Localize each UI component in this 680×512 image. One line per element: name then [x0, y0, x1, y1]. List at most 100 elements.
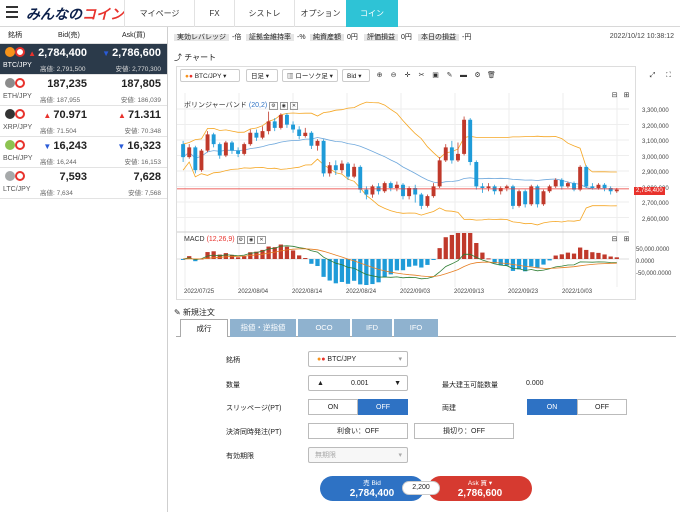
slippage-off-toggle[interactable]: OFF: [358, 399, 408, 415]
price-row-btc-jpy[interactable]: BTC/JPY ▲ 2,784,400 ▼ 2,786,600 高値: 2,791,500…: [0, 44, 167, 75]
high-price: 高値: 7,634: [40, 190, 73, 197]
macd-bar: [327, 259, 332, 281]
status-net-assets: 純資産額 0円: [310, 31, 358, 44]
tab-market[interactable]: 成行: [180, 319, 228, 337]
bid-price[interactable]: ▲ 2,784,400: [28, 47, 87, 59]
candle-body: [553, 179, 558, 187]
candle-body: [333, 165, 338, 171]
candle-body: [260, 131, 265, 138]
tab-limit-stop[interactable]: 指値・逆指値: [230, 319, 296, 337]
quantity-label: 数量: [226, 382, 240, 389]
bollinger-lower: [182, 158, 617, 226]
macd-bar: [394, 259, 400, 271]
max-qty-label: 最大建玉可能数量: [442, 382, 498, 389]
macd-bar: [498, 259, 503, 266]
order-symbol-select[interactable]: ●● BTC/JPY ▾: [308, 351, 408, 367]
ask-price[interactable]: ▼ 16,323: [117, 140, 161, 152]
macd-expand-icon[interactable]: ⊞: [622, 235, 631, 244]
candle-body: [297, 129, 302, 136]
bid-price[interactable]: ▲ 70.971: [43, 109, 87, 121]
tab-mypage[interactable]: マイページ: [124, 0, 194, 27]
max-qty-value: 0.000: [526, 380, 544, 387]
bid-price[interactable]: ▼ 16,243: [43, 140, 87, 152]
price-row-ltc-jpy[interactable]: LTC/JPY 7,593 7,628 高値: 7,634 安値: 7,568: [0, 168, 167, 199]
candle-body: [187, 147, 192, 158]
candle-body: [388, 183, 393, 188]
ask-price[interactable]: 7,628: [133, 171, 161, 183]
macd-collapse-icon[interactable]: ⊟: [610, 235, 619, 244]
candle-body: [456, 153, 460, 161]
candle-body: [309, 132, 314, 146]
panel-expand-icon[interactable]: ⊞: [622, 91, 631, 100]
tab-ifo[interactable]: IFO: [394, 319, 438, 337]
candle-body: [248, 132, 253, 145]
macd-bar: [290, 250, 296, 259]
macd-bar: [321, 259, 326, 277]
price-row-bch-jpy[interactable]: BCH/JPY ▼ 16,243 ▼ 16,323 高値: 16,244 安値: 16,15…: [0, 137, 167, 168]
macd-tick-label: 50,000.0000: [636, 247, 670, 253]
x-tick-label: 2022/09/03: [400, 289, 431, 295]
symbol-name: BCH/JPY: [3, 155, 33, 162]
slippage-on-toggle[interactable]: ON: [308, 399, 358, 415]
y-tick-label: 2,600,000: [642, 216, 669, 223]
symbol-name: BTC/JPY: [3, 62, 32, 69]
hamburger-menu-icon[interactable]: [6, 6, 18, 18]
stop-loss-button[interactable]: 損切り：OFF: [414, 423, 514, 439]
candle-body: [339, 163, 344, 171]
macd-bar: [504, 259, 509, 266]
macd-bar: [565, 252, 571, 259]
expand-icon[interactable]: ⤢: [648, 71, 657, 80]
ask-price[interactable]: 187,805: [121, 78, 161, 90]
buy-ask-button[interactable]: Ask 買 ▾ 2,786,600: [428, 476, 532, 501]
macd-bar: [523, 259, 528, 272]
ask-price[interactable]: ▲ 71.311: [118, 109, 161, 121]
candle-body: [315, 140, 320, 146]
bollinger-middle: [182, 137, 617, 190]
tab-coin[interactable]: コイン: [346, 0, 398, 27]
qty-down-icon[interactable]: ▼: [394, 376, 401, 392]
candle-body: [578, 166, 583, 190]
macd-bar: [577, 247, 583, 259]
y-tick-label: 2,900,000: [642, 170, 669, 176]
candle-body: [419, 194, 424, 206]
candle-body: [614, 189, 619, 192]
candle-body: [608, 188, 613, 192]
coin-icon: [3, 46, 27, 58]
macd-bar: [437, 248, 442, 259]
tab-fx[interactable]: FX: [194, 0, 234, 27]
ask-price[interactable]: ▼ 2,786,600: [102, 47, 161, 59]
hedge-on-toggle[interactable]: ON: [527, 399, 577, 415]
price-row-xrp-jpy[interactable]: XRP/JPY ▲ 70.971 ▲ 71.311 高値: 71.504 安値: 70.34…: [0, 106, 167, 137]
candle-body: [596, 184, 601, 188]
quantity-stepper[interactable]: ▲ 0.001 ▼: [308, 375, 408, 391]
candle-body: [346, 163, 350, 177]
macd-bar: [272, 247, 277, 259]
take-profit-button[interactable]: 利食い：OFF: [308, 423, 408, 439]
price-row-eth-jpy[interactable]: ETH/JPY 187,235 187,805 高値: 187,955 安値: 186,…: [0, 75, 167, 106]
tab-ifd[interactable]: IFD: [352, 319, 392, 337]
coin-icon: [3, 77, 27, 89]
high-price: 高値: 16,244: [40, 159, 77, 166]
tab-option[interactable]: オプション: [294, 0, 346, 27]
qty-up-icon[interactable]: ▲: [317, 376, 324, 392]
candle-body: [236, 150, 241, 154]
price-list: 銘柄 Bid(売) Ask(買) BTC/JPY ▲ 2,784,400 ▼ 2,786…: [0, 27, 168, 512]
candle-body: [272, 121, 277, 128]
macd-bar: [614, 257, 619, 259]
macd-bar: [419, 259, 424, 268]
top-nav: みんなのコイン マイページ FX シストレ オプション コイン: [0, 0, 680, 27]
bid-price[interactable]: 187,235: [47, 78, 87, 90]
app-logo[interactable]: みんなのコイン: [26, 4, 124, 24]
expiry-select[interactable]: 無期限 ▾: [308, 447, 408, 463]
hedge-off-toggle[interactable]: OFF: [577, 399, 627, 415]
bid-price[interactable]: 7,593: [59, 171, 87, 183]
fullscreen-icon[interactable]: ⛶: [664, 71, 673, 80]
macd-bar: [541, 259, 546, 265]
panel-collapse-icon[interactable]: ⊟: [610, 91, 619, 100]
low-price: 安値: 186,039: [120, 97, 161, 104]
tab-systre[interactable]: シストレ: [234, 0, 294, 27]
tab-oco[interactable]: OCO: [298, 319, 350, 337]
macd-bar: [559, 254, 564, 259]
macd-bar: [297, 255, 302, 259]
signal-line: [183, 248, 617, 277]
